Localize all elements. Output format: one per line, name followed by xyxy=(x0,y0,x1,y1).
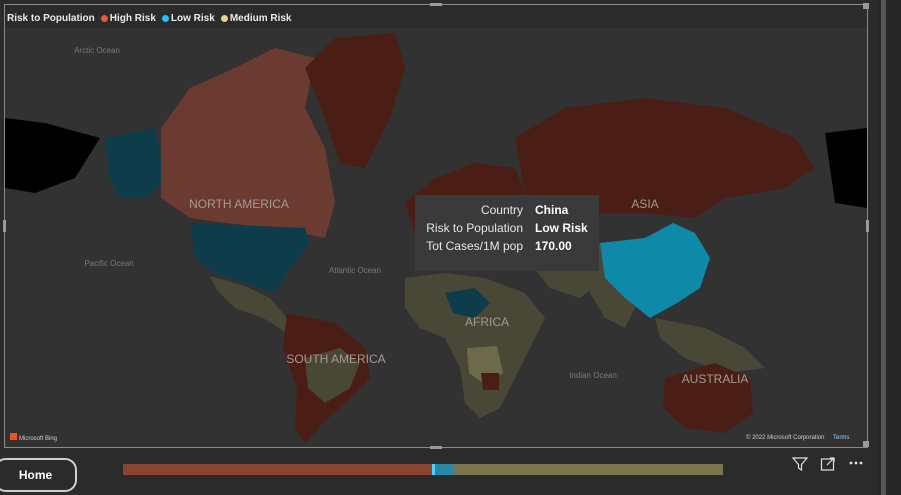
legend-item-medium[interactable]: Medium Risk xyxy=(220,12,292,24)
tooltip-key: Tot Cases/1M pop xyxy=(426,239,523,253)
resize-handle-top-right[interactable] xyxy=(863,3,869,9)
legend-dot-low xyxy=(161,14,169,22)
tooltip-row-cases: Tot Cases/1M pop 170.00 xyxy=(415,239,599,255)
risk-distribution-bar[interactable] xyxy=(123,464,723,475)
tooltip-value: Low Risk xyxy=(535,221,588,235)
right-panel-edge xyxy=(878,0,901,495)
resize-handle-bottom[interactable] xyxy=(430,446,442,449)
continent-label-africa: AFRICA xyxy=(465,315,509,329)
map-provider: Microsoft Bing xyxy=(19,436,57,442)
tooltip-value: China xyxy=(535,203,569,217)
legend-label-low: Low Risk xyxy=(170,12,215,24)
ocean-label-pacific: Pacific Ocean xyxy=(84,259,133,268)
legend-dot-high xyxy=(100,14,108,22)
low-risk-segment xyxy=(432,464,453,475)
ocean-label-arctic: Arctic Ocean xyxy=(74,46,120,55)
far-west-region xyxy=(5,118,100,193)
tooltip-row-country: Country China xyxy=(415,203,599,219)
legend-label-medium: Medium Risk xyxy=(229,12,292,24)
continent-label-australia: AUSTRALIA xyxy=(682,372,749,386)
zambia-high-region[interactable] xyxy=(481,373,499,390)
tooltip-key: Country xyxy=(480,203,523,217)
home-button[interactable]: Home xyxy=(0,458,77,492)
map-copyright: © 2022 Microsoft Corporation xyxy=(746,434,824,441)
tooltip-value: 170.00 xyxy=(535,239,572,253)
filter-icon[interactable] xyxy=(792,456,808,472)
resize-handle-bottom-right[interactable] xyxy=(863,441,869,447)
legend-dot-medium xyxy=(220,14,228,22)
map-terms-link[interactable]: Terms xyxy=(833,435,849,441)
tooltip-row-risk: Risk to Population Low Risk xyxy=(415,221,599,237)
tooltip: Country China Risk to Population Low Ris… xyxy=(415,195,599,271)
panel-scrollbar[interactable] xyxy=(881,0,886,495)
map-visual[interactable]: Risk to Population High Risk Low Risk Me… xyxy=(3,3,869,449)
bing-logo-icon xyxy=(10,433,17,440)
resize-handle-top[interactable] xyxy=(430,3,442,6)
high-risk-segment xyxy=(123,464,432,475)
continent-label-north-america: NORTH AMERICA xyxy=(189,197,289,211)
legend-item-high[interactable]: High Risk xyxy=(100,12,156,24)
ocean-label-indian: Indian Ocean xyxy=(569,371,617,380)
alaska-region[interactable] xyxy=(105,128,161,198)
legend-label-high: High Risk xyxy=(109,12,156,24)
legend: Risk to Population High Risk Low Risk Me… xyxy=(7,11,292,25)
continent-label-asia: ASIA xyxy=(631,197,658,211)
focus-mode-icon[interactable] xyxy=(820,456,836,472)
legend-item-low[interactable]: Low Risk xyxy=(161,12,215,24)
more-options-icon[interactable] xyxy=(848,456,864,472)
usa-region[interactable] xyxy=(190,223,310,293)
resize-handle-right[interactable] xyxy=(866,220,869,232)
ocean-label-atlantic: Atlantic Ocean xyxy=(329,266,381,275)
resize-handle-left[interactable] xyxy=(3,220,6,232)
tooltip-key: Risk to Population xyxy=(426,221,523,235)
continent-label-south-america: SOUTH AMERICA xyxy=(286,352,385,366)
chukotka-region xyxy=(825,128,867,208)
legend-title: Risk to Population xyxy=(7,12,95,24)
bar-marker xyxy=(432,464,435,475)
